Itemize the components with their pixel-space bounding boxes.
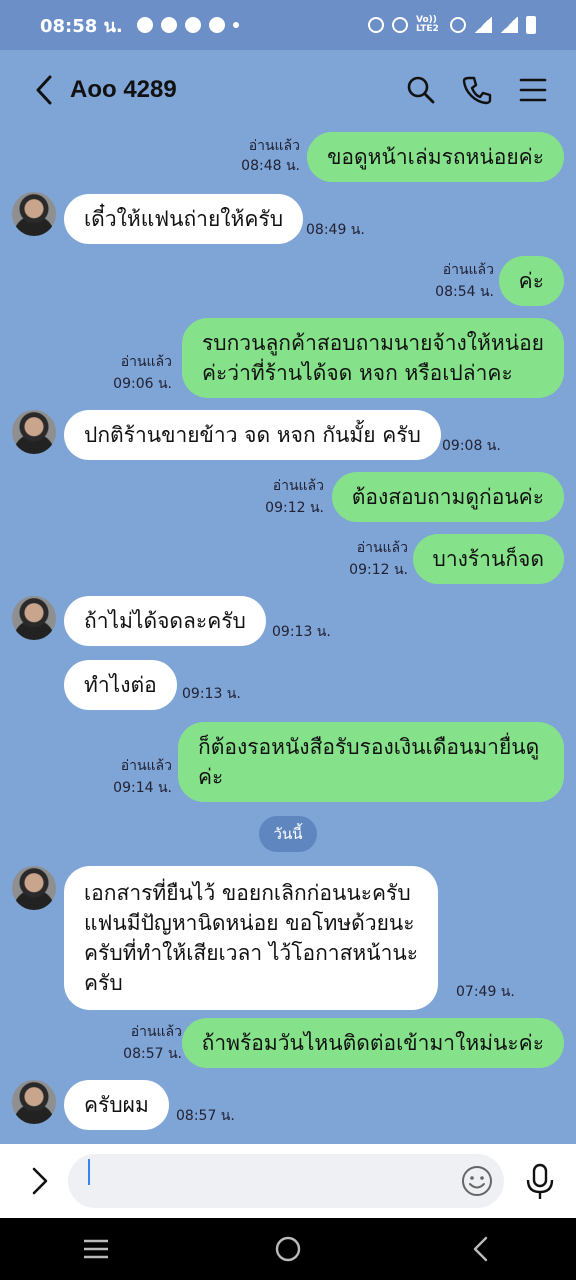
messenger-icon — [184, 17, 201, 33]
chat-area[interactable]: อ่านแล้ว 08:48 น. ขอดูหน้าเล่มรถหน่อยค่ะ… — [0, 130, 576, 1144]
contact-avatar[interactable] — [12, 596, 56, 640]
app-icon — [136, 17, 153, 33]
message-time: 09:13 น. — [272, 624, 331, 640]
contact-avatar[interactable] — [12, 1080, 56, 1124]
read-status: อ่านแล้ว — [120, 354, 172, 370]
message-line: รบกวนลูกค้าสอบถามนายจ้างให้หน่อย — [201, 331, 544, 355]
read-status: อ่านแล้ว — [248, 138, 300, 154]
message-time: 09:08 น. — [442, 438, 501, 454]
microphone-icon — [526, 1163, 554, 1199]
recent-apps-button[interactable] — [76, 1229, 116, 1269]
message-bubble-outgoing[interactable]: ถ้าพร้อมวันไหนติดต่อเข้ามาใหม่นะค่ะ — [181, 1018, 564, 1068]
notification-icons — [136, 17, 239, 33]
message-line: ครับที่ทำให้เสียเวลา ไว้โอกาสหน้านะ — [84, 941, 419, 965]
read-status: อ่านแล้ว — [272, 478, 324, 494]
message-time: 09:12 น. — [349, 562, 408, 578]
read-status: อ่านแล้ว — [356, 540, 408, 556]
phone-icon — [462, 76, 492, 105]
system-back-button[interactable] — [460, 1229, 500, 1269]
message-bubble-incoming[interactable]: ถ้าไม่ได้จดละครับ — [64, 596, 266, 646]
signal-icon — [474, 17, 492, 33]
voice-button[interactable] — [522, 1162, 558, 1202]
message-bubble-outgoing[interactable]: ค่ะ — [498, 256, 564, 306]
contact-avatar[interactable] — [12, 410, 56, 454]
battery-icon — [526, 16, 536, 34]
message-bubble-outgoing[interactable]: บางร้านก็จด — [412, 534, 564, 584]
message-bubble-outgoing[interactable]: ขอดูหน้าเล่มรถหน่อยค่ะ — [307, 132, 564, 182]
volte-icon: Vo)) LTE2 — [416, 15, 439, 34]
app-icon — [208, 17, 225, 33]
message-time: 09:06 น. — [113, 376, 172, 392]
home-icon — [275, 1236, 301, 1262]
status-time: 08:58 น. — [40, 15, 123, 37]
message-bubble-incoming[interactable]: ทำไงต่อ — [64, 660, 177, 710]
dot-icon — [232, 22, 239, 28]
search-icon — [407, 76, 435, 104]
message-line: ครับ — [84, 971, 123, 995]
date-separator: วันนี้ — [259, 816, 317, 852]
message-bubble-incoming[interactable]: ครับผม — [64, 1080, 169, 1130]
read-status: อ่านแล้ว — [442, 262, 494, 278]
expand-button[interactable] — [20, 1161, 60, 1201]
menu-button[interactable] — [516, 73, 550, 107]
message-line: ก็ต้องรอหนังสือรับรองเงินเดือนมายื่นดู — [198, 735, 540, 759]
call-button[interactable] — [460, 73, 494, 107]
message-line: แฟนมีปัญหานิดหน่อย ขอโทษด้วยนะ — [84, 911, 415, 935]
chevron-left-icon — [36, 75, 52, 105]
search-button[interactable] — [404, 73, 438, 107]
message-time: 08:49 น. — [306, 222, 365, 238]
menu-icon — [519, 78, 547, 102]
status-bar: 08:58 น. Vo)) LTE2 — [0, 0, 576, 50]
mute-icon — [392, 17, 408, 33]
read-status: อ่านแล้ว — [120, 758, 172, 774]
back-icon — [473, 1236, 488, 1262]
message-bubble-incoming[interactable]: เดี๋วให้แฟนถ่ายให้ครับ — [64, 194, 304, 244]
message-time: 08:57 น. — [176, 1108, 235, 1124]
message-input-bar — [0, 1144, 576, 1218]
chevron-right-icon — [32, 1167, 48, 1195]
message-line: ค่ะว่าที่ร้านได้จด หจก หรือเปล่าคะ — [201, 361, 513, 385]
message-input[interactable] — [68, 1154, 504, 1208]
alarm-icon — [368, 17, 384, 33]
message-bubble-incoming[interactable]: ปกติร้านขายข้าว จด หจก กันมั้ย ครับ — [64, 410, 441, 460]
back-button[interactable] — [24, 70, 64, 110]
home-button[interactable] — [268, 1229, 308, 1269]
smiley-icon — [462, 1166, 492, 1196]
recents-icon — [84, 1239, 108, 1259]
message-bubble-outgoing[interactable]: ต้องสอบถามดูก่อนค่ะ — [331, 472, 564, 522]
message-line: ค่ะ — [198, 765, 224, 789]
message-bubble-incoming[interactable]: เอกสารที่ยืนไว้ ขอยกเลิกก่อนนะครับ แฟนมี… — [64, 866, 439, 1010]
read-status: อ่านแล้ว — [130, 1024, 182, 1040]
emoji-button[interactable] — [460, 1164, 494, 1198]
facebook-icon — [160, 17, 177, 33]
message-bubble-outgoing[interactable]: รบกวนลูกค้าสอบถามนายจ้างให้หน่อย ค่ะว่าท… — [181, 318, 564, 398]
message-bubble-outgoing[interactable]: ก็ต้องรอหนังสือรับรองเงินเดือนมายื่นดู ค… — [178, 722, 564, 802]
wifi-icon — [450, 17, 466, 33]
message-time: 09:12 น. — [265, 500, 324, 516]
system-navigation-bar — [0, 1218, 576, 1280]
contact-avatar[interactable] — [12, 866, 56, 910]
message-time: 09:13 น. — [182, 686, 241, 702]
message-line: เอกสารที่ยืนไว้ ขอยกเลิกก่อนนะครับ — [84, 881, 411, 905]
message-time: 09:14 น. — [113, 780, 172, 796]
text-caret — [88, 1159, 90, 1185]
chat-header: Aoo 4289 — [0, 50, 576, 130]
signal-icon — [500, 17, 518, 33]
chat-title: Aoo 4289 — [70, 76, 177, 103]
message-time: 08:54 น. — [435, 284, 494, 300]
contact-avatar[interactable] — [12, 192, 56, 236]
message-time: 07:49 น. — [456, 984, 515, 1000]
system-icons: Vo)) LTE2 — [368, 16, 536, 34]
message-time: 08:48 น. — [241, 158, 300, 174]
message-time: 08:57 น. — [123, 1046, 182, 1062]
